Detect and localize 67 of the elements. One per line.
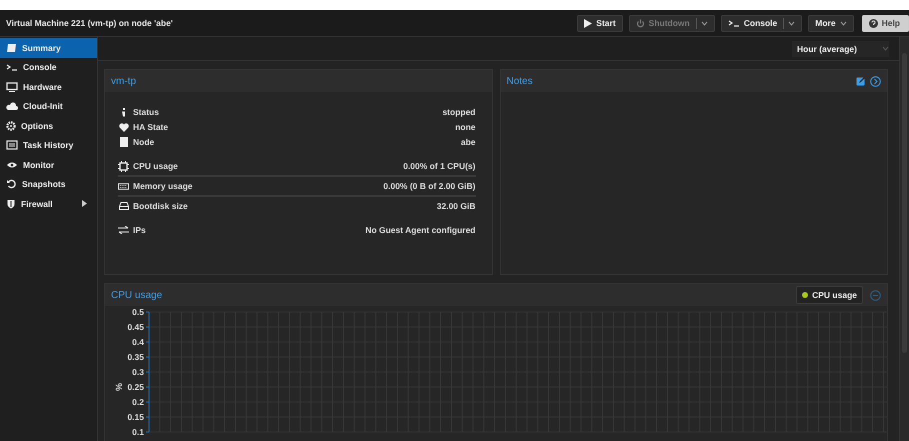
caret-icon — [788, 20, 796, 26]
y-tick-label: 0.4 — [132, 337, 144, 347]
info-value: stopped — [442, 107, 476, 117]
sidebar-item[interactable]: Console — [0, 58, 97, 77]
info-label: HA State — [133, 122, 170, 132]
panel-title: CPU usage — [111, 290, 164, 300]
sidebar-item[interactable]: Firewall — [0, 194, 97, 214]
info-label: CPU usage — [133, 161, 179, 171]
gear-icon — [6, 120, 16, 131]
memory-icon — [118, 182, 129, 190]
y-tick-label: 0.2 — [132, 397, 144, 407]
info-label: Memory usage — [133, 181, 194, 191]
info-label: Node — [133, 137, 156, 147]
swap-icon — [118, 226, 129, 234]
sidebar-item[interactable]: Hardware — [0, 77, 97, 96]
terminal-icon — [728, 18, 740, 28]
info-value: 0.00% (0 B of 2.00 GiB) — [383, 181, 476, 191]
y-axis-label: % — [114, 383, 124, 391]
power-icon — [636, 18, 645, 28]
y-tick-label: 0.3 — [132, 367, 144, 377]
split-button[interactable]: Console — [720, 14, 802, 32]
y-tick-label: 0.15 — [127, 412, 144, 422]
caret-icon — [840, 20, 847, 26]
panel-title: vm-tp — [111, 76, 137, 86]
chip-icon — [118, 160, 129, 172]
help-icon — [868, 18, 878, 28]
sidebar-item[interactable]: Cloud-Init — [0, 96, 97, 116]
y-tick-label: 0.35 — [127, 352, 144, 362]
info-value: 0.00% of 1 CPU(s) — [403, 161, 476, 171]
monitor-icon — [6, 82, 18, 92]
start-button[interactable]: Start — [577, 14, 623, 32]
terminal-icon — [6, 62, 18, 72]
info-value: abe — [460, 137, 476, 147]
y-tick-label: 0.25 — [127, 382, 144, 392]
cloud-icon — [6, 102, 18, 111]
sidebar-item[interactable]: Snapshots — [0, 174, 97, 194]
legend-item[interactable]: CPU usage — [796, 286, 863, 304]
heart-icon — [118, 122, 128, 132]
caret-icon — [82, 200, 87, 208]
y-tick-label: 0.45 — [127, 322, 144, 332]
caret-icon — [700, 20, 708, 26]
info-label: Status — [133, 107, 160, 117]
rewind-icon — [6, 179, 17, 190]
info-value: none — [455, 122, 476, 132]
info-icon — [122, 108, 126, 116]
edit-icon[interactable] — [856, 76, 866, 86]
help-button[interactable]: Help — [862, 14, 909, 32]
list-icon — [6, 140, 18, 150]
sidebar-item[interactable]: Monitor — [0, 155, 97, 174]
sidebar-item[interactable]: Summary — [0, 38, 97, 58]
shield-icon — [6, 198, 16, 209]
panel-title: Notes — [506, 76, 534, 86]
timeframe-dropdown[interactable]: Hour (average) — [792, 40, 889, 56]
y-tick-label: 0.1 — [132, 427, 144, 436]
y-tick-label: 0.5 — [132, 307, 144, 317]
collapse-icon[interactable] — [870, 76, 881, 86]
info-value: No Guest Agent configured — [365, 225, 476, 235]
eye-icon — [6, 160, 18, 169]
play-icon — [584, 18, 592, 28]
window-title: Virtual Machine 221 (vm-tp) on node 'abe' — [6, 18, 174, 28]
info-label: IPs — [133, 225, 147, 235]
sidebar-item[interactable]: Task History — [0, 136, 97, 155]
caret-icon — [882, 46, 889, 51]
info-value: 32.00 GiB — [436, 201, 476, 211]
info-label: Bootdisk size — [133, 201, 189, 211]
sidebar-item[interactable]: Options — [0, 116, 97, 136]
menu-button[interactable]: More — [808, 14, 854, 32]
